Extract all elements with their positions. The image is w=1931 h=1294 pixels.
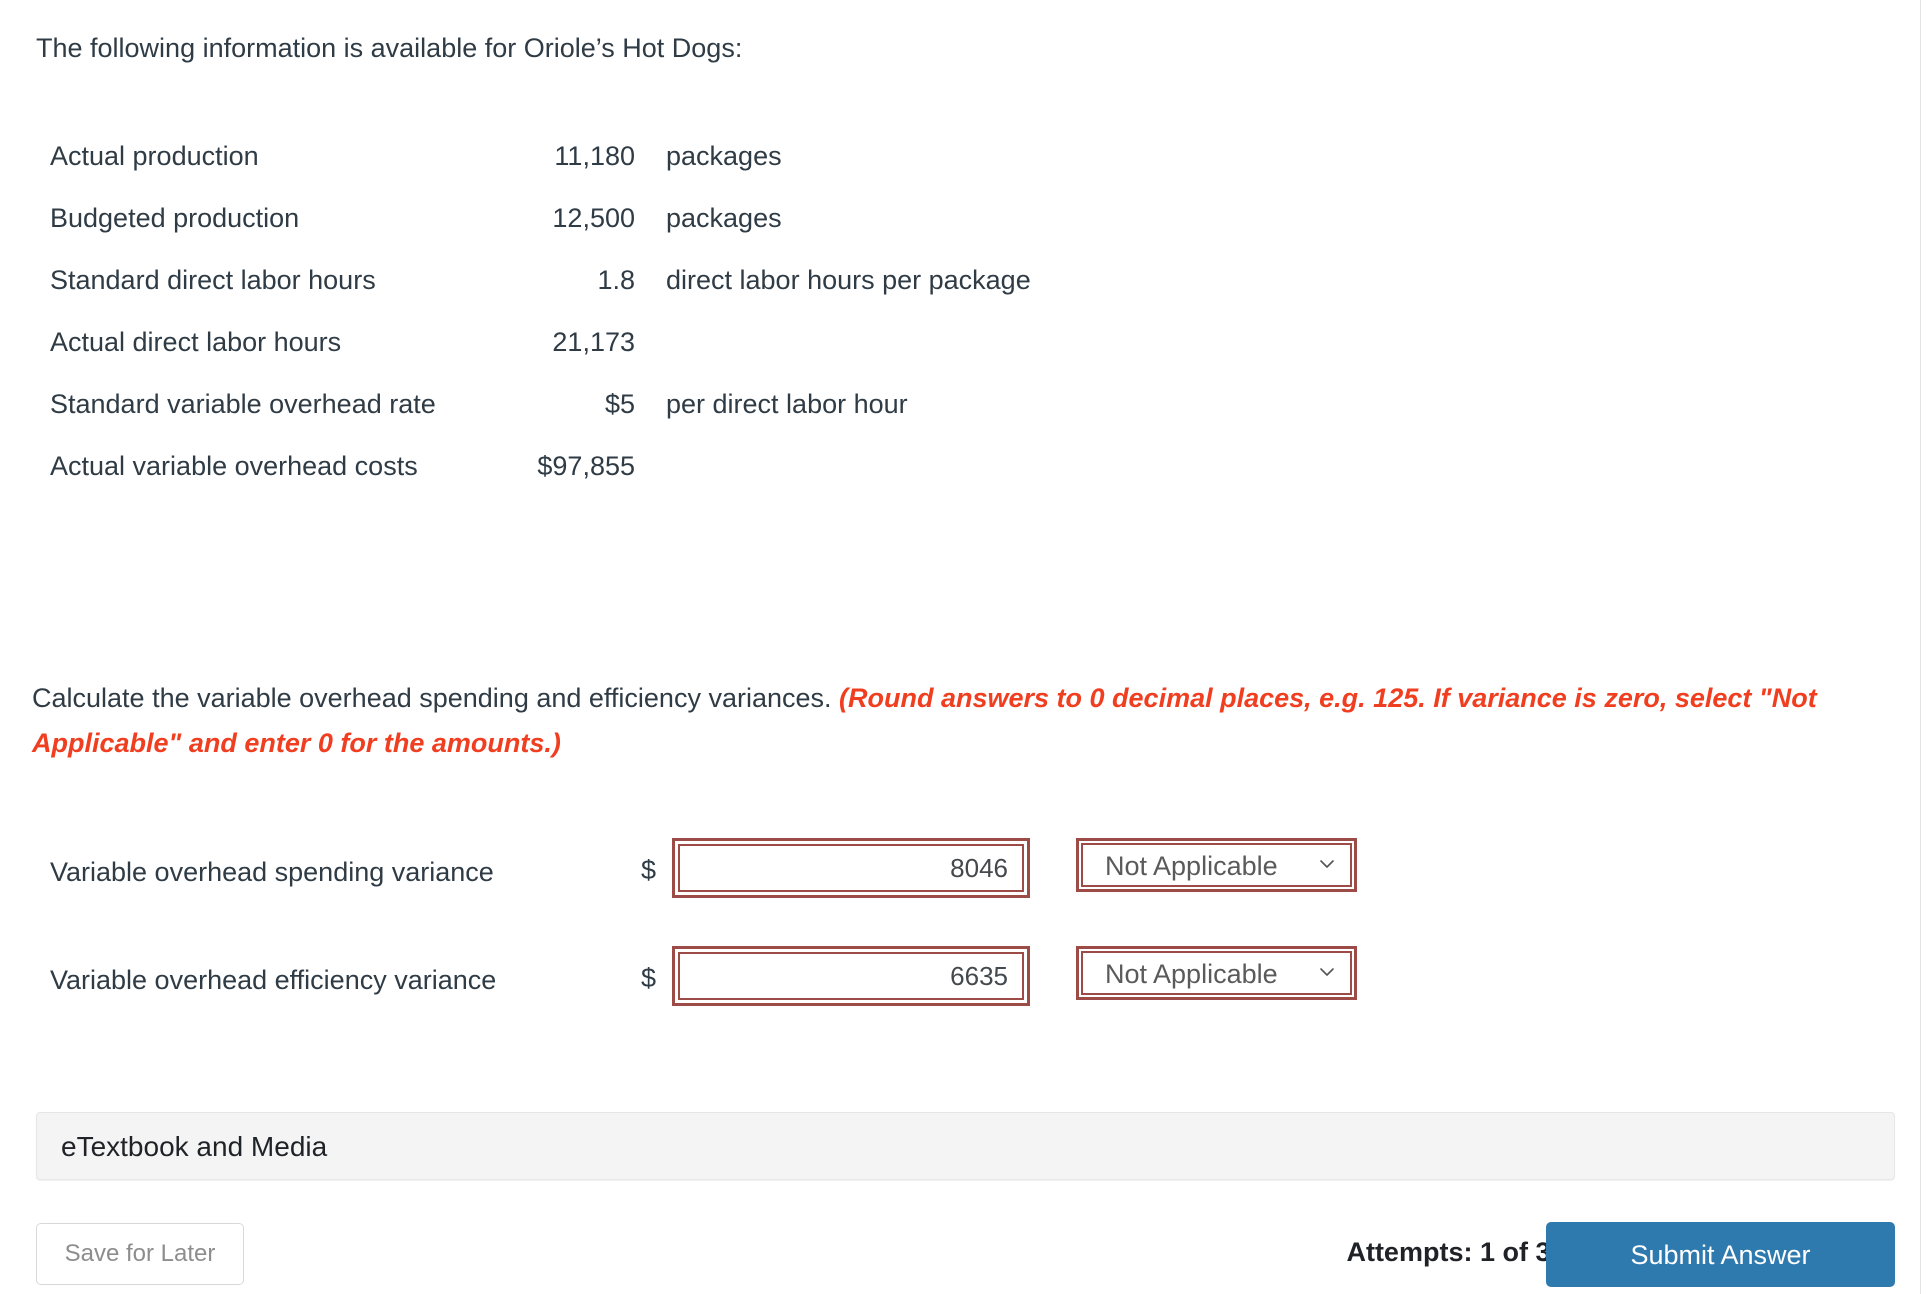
answer-row-spending-variance: Variable overhead spending variance $ No… [0,818,1931,926]
save-for-later-button[interactable]: Save for Later [36,1223,244,1285]
etextbook-and-media-panel[interactable]: eTextbook and Media [36,1112,1895,1180]
fact-label: Actual production [50,141,259,171]
fact-unit [666,450,1031,512]
fact-value: $97,855 [537,451,635,481]
answer-row-label: Variable overhead spending variance [50,857,494,887]
currency-symbol: $ [641,963,657,993]
table-row: Standard variable overhead rate $5 per d… [50,388,1031,450]
submit-answer-button[interactable]: Submit Answer [1546,1222,1895,1287]
efficiency-variance-type-value: Not Applicable [1105,959,1278,989]
chevron-down-icon [1318,855,1336,873]
table-row: Actual production 11,180 packages [50,140,1031,202]
spending-variance-amount-field-inner [678,844,1024,892]
efficiency-variance-amount-input[interactable] [680,954,1022,998]
spending-variance-type-select[interactable]: Not Applicable [1076,838,1357,892]
fact-unit [666,326,1031,388]
fact-unit: packages [666,203,782,233]
fact-label: Actual variable overhead costs [50,451,418,481]
fact-value: $5 [604,389,635,419]
question-intro-text: The following information is available f… [36,33,743,63]
spending-variance-type-select-inner: Not Applicable [1081,843,1352,887]
question-prompt: Calculate the variable overhead spending… [32,676,1902,766]
answer-row-efficiency-variance: Variable overhead efficiency variance $ … [0,926,1931,1034]
efficiency-variance-type-select[interactable]: Not Applicable [1076,946,1357,1000]
question-page: The following information is available f… [0,0,1931,1294]
table-row: Actual direct labor hours 21,173 [50,326,1031,388]
etextbook-and-media-label: eTextbook and Media [61,1131,328,1162]
given-information-body: Actual production 11,180 packages Budget… [50,140,1031,512]
fact-unit: direct labor hours per package [666,265,1031,295]
fact-value: 12,500 [552,203,635,233]
page-edge-divider [1920,0,1921,1294]
fact-unit: per direct labor hour [666,389,908,419]
spending-variance-amount-input[interactable] [680,846,1022,890]
fact-label: Standard direct labor hours [50,265,376,295]
answer-row-label: Variable overhead efficiency variance [50,965,497,995]
chevron-down-icon [1318,963,1336,981]
efficiency-variance-amount-field-wrapper[interactable] [672,946,1030,1006]
given-information-table: Actual production 11,180 packages Budget… [50,140,1031,512]
fact-value: 11,180 [554,141,635,171]
spending-variance-type-value: Not Applicable [1105,851,1278,881]
prompt-main-text: Calculate the variable overhead spending… [32,683,840,713]
table-row: Standard direct labor hours 1.8 direct l… [50,264,1031,326]
efficiency-variance-type-select-inner: Not Applicable [1081,951,1352,995]
fact-label: Actual direct labor hours [50,327,342,357]
fact-unit: packages [666,141,782,171]
efficiency-variance-amount-field-inner [678,952,1024,1000]
fact-label: Budgeted production [50,203,300,233]
spending-variance-amount-field-wrapper[interactable] [672,838,1030,898]
fact-value: 21,173 [552,327,635,357]
table-row: Budgeted production 12,500 packages [50,202,1031,264]
currency-symbol: $ [641,855,657,885]
table-row: Actual variable overhead costs $97,855 [50,450,1031,512]
fact-value: 1.8 [597,265,635,295]
fact-label: Standard variable overhead rate [50,389,436,419]
answer-entry-section: Variable overhead spending variance $ No… [0,818,1931,1034]
